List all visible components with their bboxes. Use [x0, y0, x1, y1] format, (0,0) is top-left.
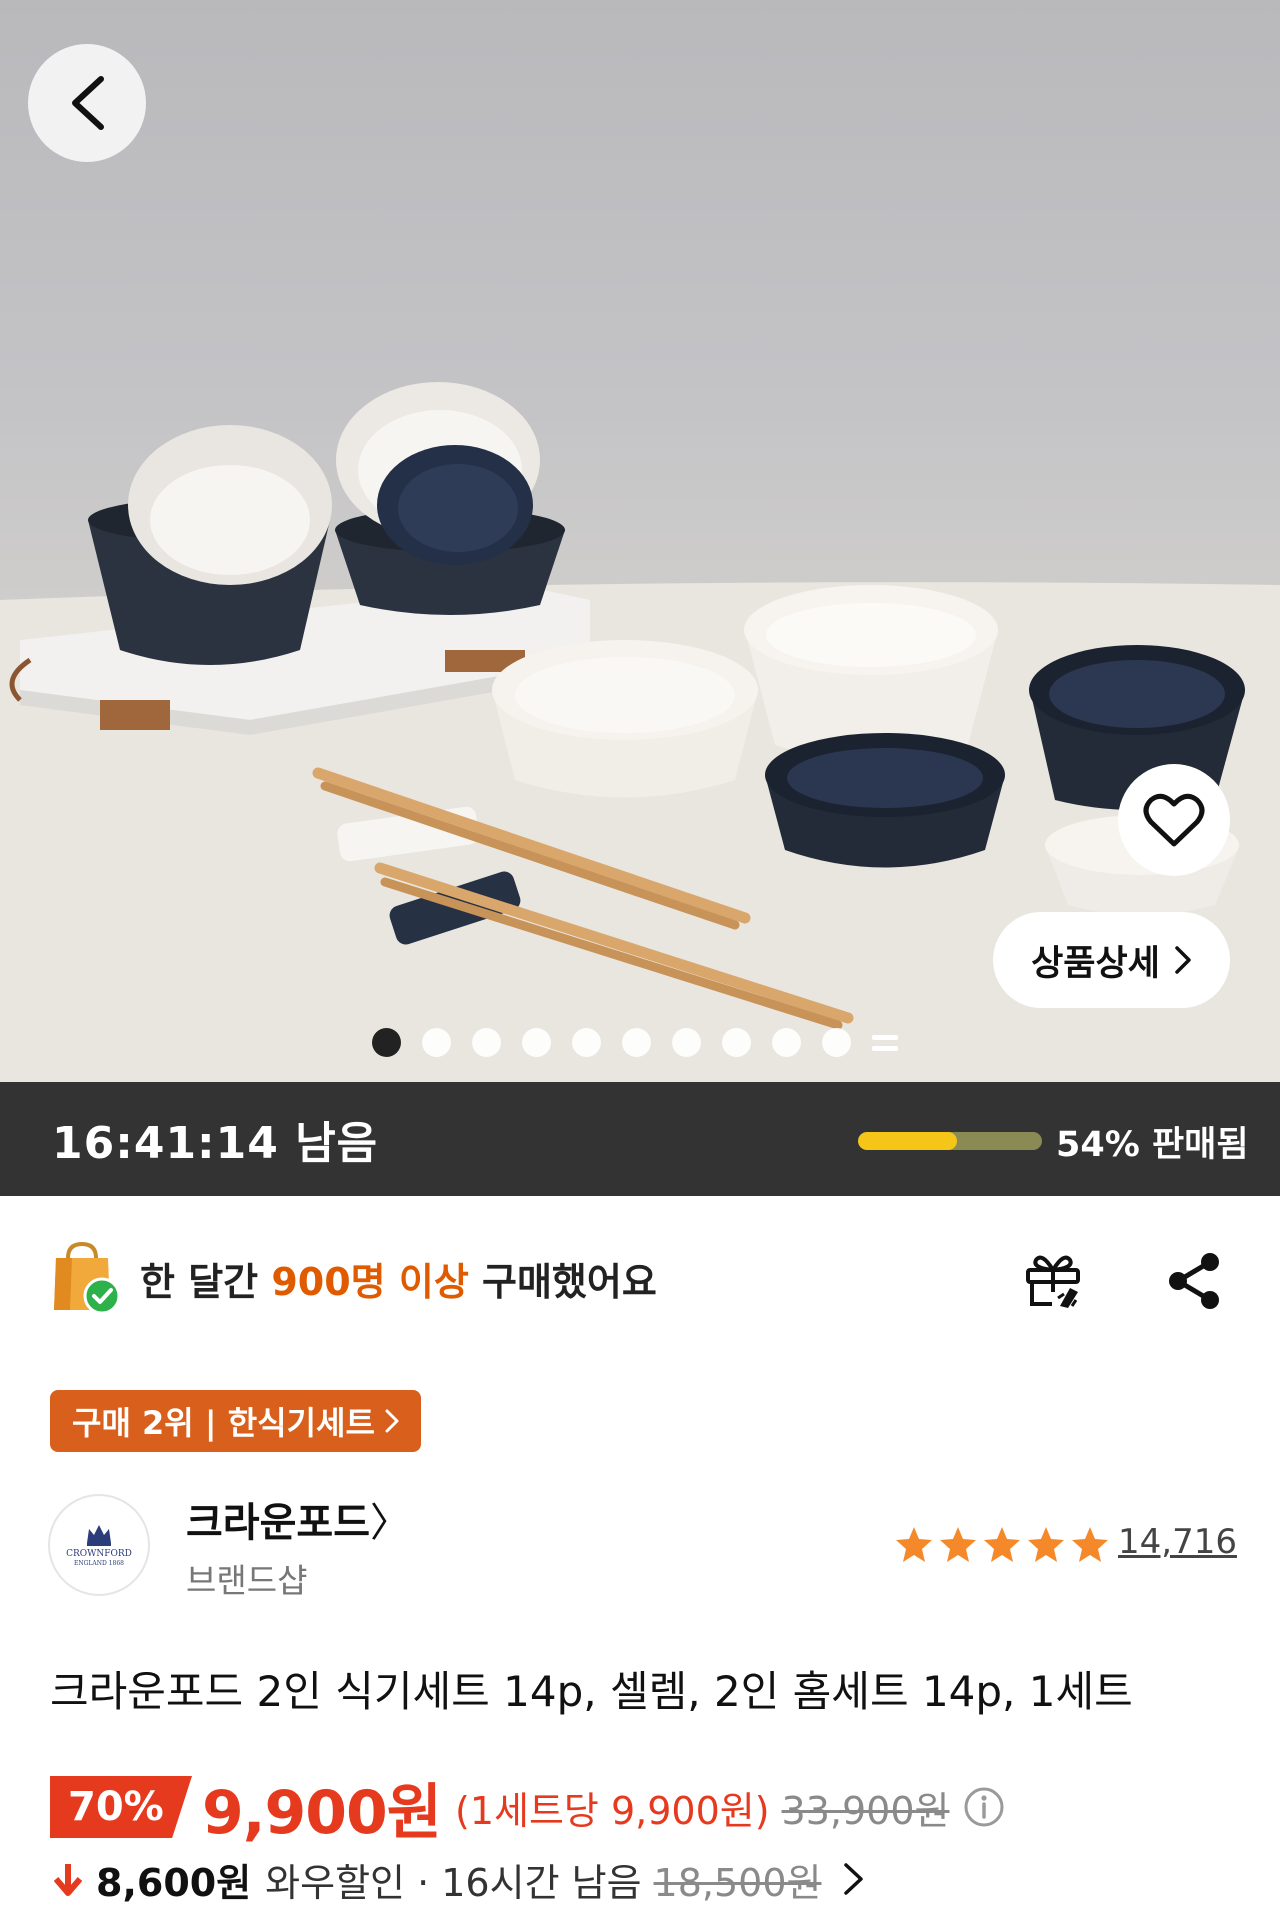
brand-name: 크라운포드 [186, 1500, 370, 1546]
carousel-indicators [372, 1028, 898, 1057]
info-icon[interactable] [963, 1786, 1005, 1828]
countdown-timer: 16:41:14 남음 [52, 1118, 379, 1169]
ranking-badge[interactable]: 구매 2위 | 한식기세트 [50, 1390, 421, 1452]
sold-progress-bar [858, 1132, 1042, 1150]
sold-progress-fill [858, 1132, 958, 1150]
product-detail-label: 상품상세 [1031, 943, 1160, 984]
unit-price: (1세트당 9,900원) [455, 1788, 770, 1833]
brand-logo-text: CROWNFORD ENGLAND 1868 [66, 1549, 132, 1569]
purchase-info-text: 한 달간 900명 이상 구매했어요 [140, 1251, 657, 1306]
heart-icon [1143, 793, 1205, 847]
carousel-dot-4[interactable] [522, 1028, 551, 1057]
wow-original-price: 18,500원 [653, 1860, 822, 1905]
carousel-dot-8[interactable] [722, 1028, 751, 1057]
arrow-down-icon [54, 1864, 82, 1896]
brand-shop-label: 브랜드샵 [186, 1561, 308, 1600]
purchase-info-suffix: 구매했어요 [468, 1259, 657, 1304]
chevron-right-icon [844, 1863, 864, 1895]
original-price: 33,900원 [781, 1788, 950, 1833]
gift-icon[interactable] [1022, 1248, 1084, 1310]
brand-name-link[interactable]: 크라운포드〉 [186, 1490, 410, 1548]
carousel-dot-2[interactable] [422, 1028, 451, 1057]
sale-price: 9,900원 [202, 1777, 442, 1848]
carousel-dot-3[interactable] [472, 1028, 501, 1057]
purchase-info-prefix: 한 달간 [140, 1259, 272, 1304]
product-image-carousel[interactable]: 상품상세 [0, 0, 1280, 1082]
product-title: 크라운포드 2인 식기세트 14p, 셀렘, 2인 홈세트 14p, 1세트 [50, 1667, 1133, 1716]
shopping-bag-check-icon [54, 1241, 121, 1315]
star-icon [1028, 1527, 1064, 1562]
discount-badge: 70% [50, 1776, 192, 1838]
star-icon [1072, 1527, 1108, 1562]
star-icon [984, 1527, 1020, 1562]
ranking-badge-label: 구매 2위 | 한식기세트 [72, 1404, 375, 1442]
carousel-dot-5[interactable] [572, 1028, 601, 1057]
chevron-left-icon [72, 76, 104, 130]
wow-price: 8,600원 [96, 1860, 252, 1905]
star-icon [896, 1527, 932, 1562]
chevron-right-icon [385, 1409, 399, 1433]
brand-logo[interactable]: CROWNFORD ENGLAND 1868 [48, 1494, 150, 1596]
price-row: 70% 9,900원 (1세트당 9,900원) 33,900원 [50, 1772, 1005, 1848]
chevron-right-icon [1175, 946, 1191, 974]
wow-label: 와우할인 · 16시간 남음 [265, 1860, 642, 1905]
carousel-more-icon [872, 1030, 898, 1056]
crown-icon [87, 1525, 111, 1546]
purchase-info-highlight: 900명 이상 [271, 1259, 469, 1304]
brand-name-chevron: 〉 [370, 1500, 410, 1546]
share-icon[interactable] [1164, 1250, 1224, 1312]
carousel-dot-10[interactable] [822, 1028, 851, 1057]
product-detail-button[interactable]: 상품상세 [993, 912, 1230, 1008]
sold-percent-text: 54% 판매됨 [1056, 1125, 1249, 1165]
review-count-link[interactable]: 14,716 [1118, 1522, 1237, 1562]
star-icon [940, 1527, 976, 1562]
carousel-dot-6[interactable] [622, 1028, 651, 1057]
brand-logo-text-1: CROWNFORD [66, 1549, 132, 1559]
carousel-dot-7[interactable] [672, 1028, 701, 1057]
rating-stars[interactable] [894, 1524, 1110, 1564]
wow-discount-row[interactable]: 8,600원 와우할인 · 16시간 남음 18,500원 [54, 1852, 865, 1906]
back-button[interactable] [28, 44, 146, 162]
carousel-dot-9[interactable] [772, 1028, 801, 1057]
carousel-dot-1[interactable] [372, 1028, 401, 1057]
wishlist-button[interactable] [1118, 764, 1230, 876]
brand-logo-text-2: ENGLAND 1868 [74, 1560, 124, 1567]
